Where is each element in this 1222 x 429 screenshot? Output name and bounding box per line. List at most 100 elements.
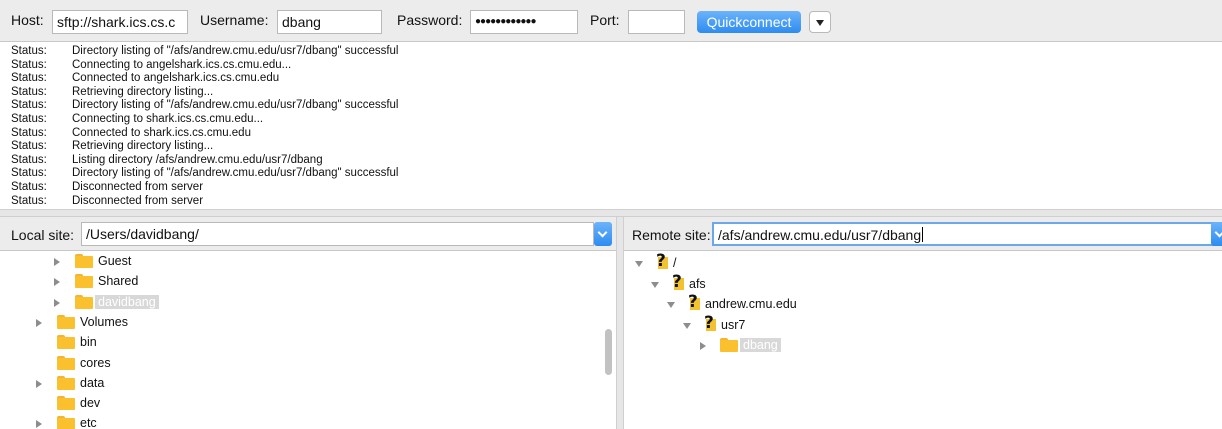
folder-body — [57, 316, 75, 329]
disclosure-triangle-icon[interactable] — [54, 258, 60, 266]
folder-icon — [720, 338, 738, 352]
triangle-down-icon — [816, 20, 824, 26]
password-input[interactable]: ●●●●●●●●●●●● — [470, 10, 578, 34]
local-site-dropdown[interactable] — [594, 222, 612, 246]
text-caret — [922, 227, 924, 242]
remote-tree-item[interactable]: ? / — [624, 251, 1214, 274]
question-mark-icon: ? — [704, 312, 714, 333]
remote-tree-item[interactable]: ? usr7 — [624, 312, 1214, 336]
folder-icon — [75, 294, 93, 309]
remote-site-dropdown[interactable] — [1211, 222, 1222, 246]
local-tree-item[interactable]: davidbang — [0, 293, 600, 313]
folder-body — [75, 276, 93, 289]
disclosure-triangle-icon[interactable] — [36, 318, 42, 327]
remote-site-bar: Remote site: /afs/andrew.cmu.edu/usr7/db… — [624, 217, 1222, 251]
host-input[interactable]: sftp://shark.ics.cs.c — [52, 10, 188, 34]
question-folder-icon: ? — [656, 251, 672, 272]
horizontal-splitter[interactable] — [0, 209, 1222, 217]
log-status: Status: — [11, 126, 47, 139]
remote-site-input[interactable]: /afs/andrew.cmu.edu/usr7/dbang — [712, 222, 1214, 246]
local-tree-item[interactable]: cores — [0, 354, 600, 374]
local-site-bar: Local site: /Users/davidbang/ — [0, 217, 616, 251]
folder-name: etc — [80, 416, 97, 429]
disclosure-triangle-icon[interactable] — [36, 420, 42, 429]
local-site-input[interactable]: /Users/davidbang/ — [81, 222, 594, 246]
folder-name: usr7 — [721, 317, 746, 332]
remote-tree-item[interactable]: ? afs — [624, 271, 1214, 295]
local-tree-item[interactable]: Shared — [0, 272, 600, 292]
local-tree-item[interactable]: bin — [0, 333, 600, 353]
log-message: Listing directory /afs/andrew.cmu.edu/us… — [72, 153, 323, 166]
question-folder-icon: ? — [704, 312, 720, 334]
local-tree-item[interactable]: Volumes — [0, 313, 600, 333]
log-message: Directory listing of "/afs/andrew.cmu.ed… — [72, 99, 399, 112]
folder-body — [57, 337, 75, 350]
log-status: Status: — [11, 181, 47, 193]
folder-name: bin — [80, 335, 97, 350]
folder-icon — [57, 314, 75, 329]
port-input[interactable] — [628, 10, 685, 34]
log-status: Status: — [11, 58, 47, 71]
local-tree-item[interactable]: data — [0, 374, 600, 394]
folder-body — [75, 256, 93, 268]
disclosure-triangle-icon[interactable] — [36, 379, 42, 388]
vertical-splitter[interactable] — [616, 217, 624, 429]
folder-body — [720, 340, 738, 352]
folder-icon — [75, 274, 93, 289]
quickconnect-button[interactable]: Quickconnect — [697, 11, 801, 33]
log-status: Status: — [11, 153, 47, 166]
log-message: Disconnected from server — [72, 181, 204, 193]
log-status: Status: — [11, 140, 47, 153]
message-log[interactable]: Status: Directory listing of "/afs/andrew… — [0, 43, 1222, 208]
log-status: Status: — [11, 194, 47, 207]
password-label: Password: — [397, 12, 463, 28]
log-message: Directory listing of "/afs/andrew.cmu.ed… — [72, 45, 399, 57]
port-label: Port: — [590, 12, 620, 28]
folder-body — [57, 418, 75, 429]
folder-body — [57, 357, 75, 370]
log-message: Retrieving directory listing... — [72, 85, 214, 98]
log-message: Retrieving directory listing... — [72, 140, 214, 153]
folder-name: / — [673, 256, 677, 270]
quickconnect-bar: Host: sftp://shark.ics.cs.c Username: db… — [0, 0, 1222, 42]
local-tree-item[interactable]: Guest — [0, 252, 600, 272]
log-status: Status: — [11, 167, 47, 180]
folder-name: afs — [689, 276, 706, 291]
disclosure-triangle-icon[interactable] — [54, 298, 60, 307]
disclosure-triangle-icon[interactable] — [683, 322, 691, 329]
disclosure-triangle-icon[interactable] — [651, 281, 659, 288]
username-input[interactable]: dbang — [277, 10, 382, 34]
folder-name: davidbang — [95, 294, 159, 309]
log-message: Directory listing of "/afs/andrew.cmu.ed… — [72, 167, 399, 180]
log-message: Connected to angelshark.ics.cs.cmu.edu — [72, 72, 280, 85]
username-label: Username: — [200, 12, 269, 28]
host-label: Host: — [11, 12, 44, 28]
disclosure-triangle-icon[interactable] — [700, 342, 706, 350]
folder-icon — [75, 254, 93, 268]
quickconnect-history-button[interactable] — [809, 11, 831, 33]
folder-icon — [57, 416, 75, 429]
local-tree-item[interactable]: etc — [0, 414, 600, 429]
question-mark-icon: ? — [656, 251, 666, 271]
disclosure-triangle-icon[interactable] — [635, 261, 643, 267]
local-site-label: Local site: — [11, 227, 75, 243]
folder-name: data — [80, 375, 105, 390]
local-tree-scrollbar[interactable] — [605, 329, 612, 375]
question-folder-icon: ? — [672, 271, 688, 293]
question-mark-icon: ? — [688, 292, 698, 312]
log-message: Connected to shark.ics.cs.cmu.edu — [72, 126, 251, 139]
folder-icon — [57, 355, 75, 370]
disclosure-triangle-icon[interactable] — [667, 302, 675, 308]
log-message: Disconnected from server — [72, 194, 204, 207]
log-message: Connecting to shark.ics.cs.cmu.edu... — [72, 113, 264, 125]
log-message: Connecting to angelshark.ics.cs.cmu.edu.… — [72, 58, 292, 71]
log-status: Status: — [11, 45, 47, 57]
chevron-down-icon — [597, 227, 608, 238]
local-tree-item[interactable]: dev — [0, 394, 600, 414]
folder-body — [57, 398, 75, 411]
chevron-down-icon — [1214, 227, 1222, 238]
remote-tree-item[interactable]: dbang — [624, 336, 1214, 356]
question-mark-icon: ? — [672, 271, 682, 292]
disclosure-triangle-icon[interactable] — [54, 278, 60, 287]
folder-body — [57, 377, 75, 390]
